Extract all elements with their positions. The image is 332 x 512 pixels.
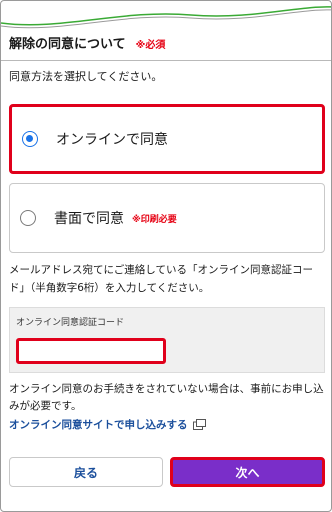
auth-code-label: オンライン同意認証コード: [16, 318, 125, 328]
print-required-note: ※印刷必要: [132, 214, 177, 225]
apply-link-label[interactable]: オンライン同意サイトで申し込みする: [9, 417, 188, 432]
auth-code-input[interactable]: [16, 338, 166, 364]
paper-consent-option[interactable]: 書面で同意 ※印刷必要: [9, 183, 325, 253]
next-button[interactable]: 次へ: [170, 457, 325, 487]
required-badge: ※必須: [135, 40, 166, 51]
instruction-text: 同意方法を選択してください。: [9, 70, 163, 83]
external-window-icon: [192, 419, 206, 430]
application-note: オンライン同意のお手続きをされていない場合は、事前にお申し込みが必要です。: [9, 383, 324, 412]
paper-consent-label: 書面で同意: [54, 211, 124, 227]
radio-selected-icon[interactable]: [22, 131, 38, 147]
back-button[interactable]: 戻る: [9, 457, 163, 487]
section-header: 解除の同意について ※必須: [9, 33, 165, 52]
header-divider: [1, 60, 331, 61]
online-consent-option[interactable]: オンラインで同意: [9, 104, 325, 174]
online-consent-label: オンラインで同意: [56, 132, 168, 148]
radio-unselected-icon[interactable]: [20, 210, 36, 226]
torn-edge-divider: [1, 6, 331, 29]
apply-link[interactable]: オンライン同意サイトで申し込みする: [9, 417, 206, 432]
auth-code-panel: オンライン同意認証コード: [9, 307, 325, 373]
dialog-frame: 解除の同意について ※必須 同意方法を選択してください。 オンラインで同意 書面…: [0, 0, 332, 512]
page-title: 解除の同意について: [9, 37, 126, 52]
code-description: メールアドレス宛てにご連絡している「オンライン同意認証コード」（半角数字6桁）を…: [9, 264, 313, 294]
